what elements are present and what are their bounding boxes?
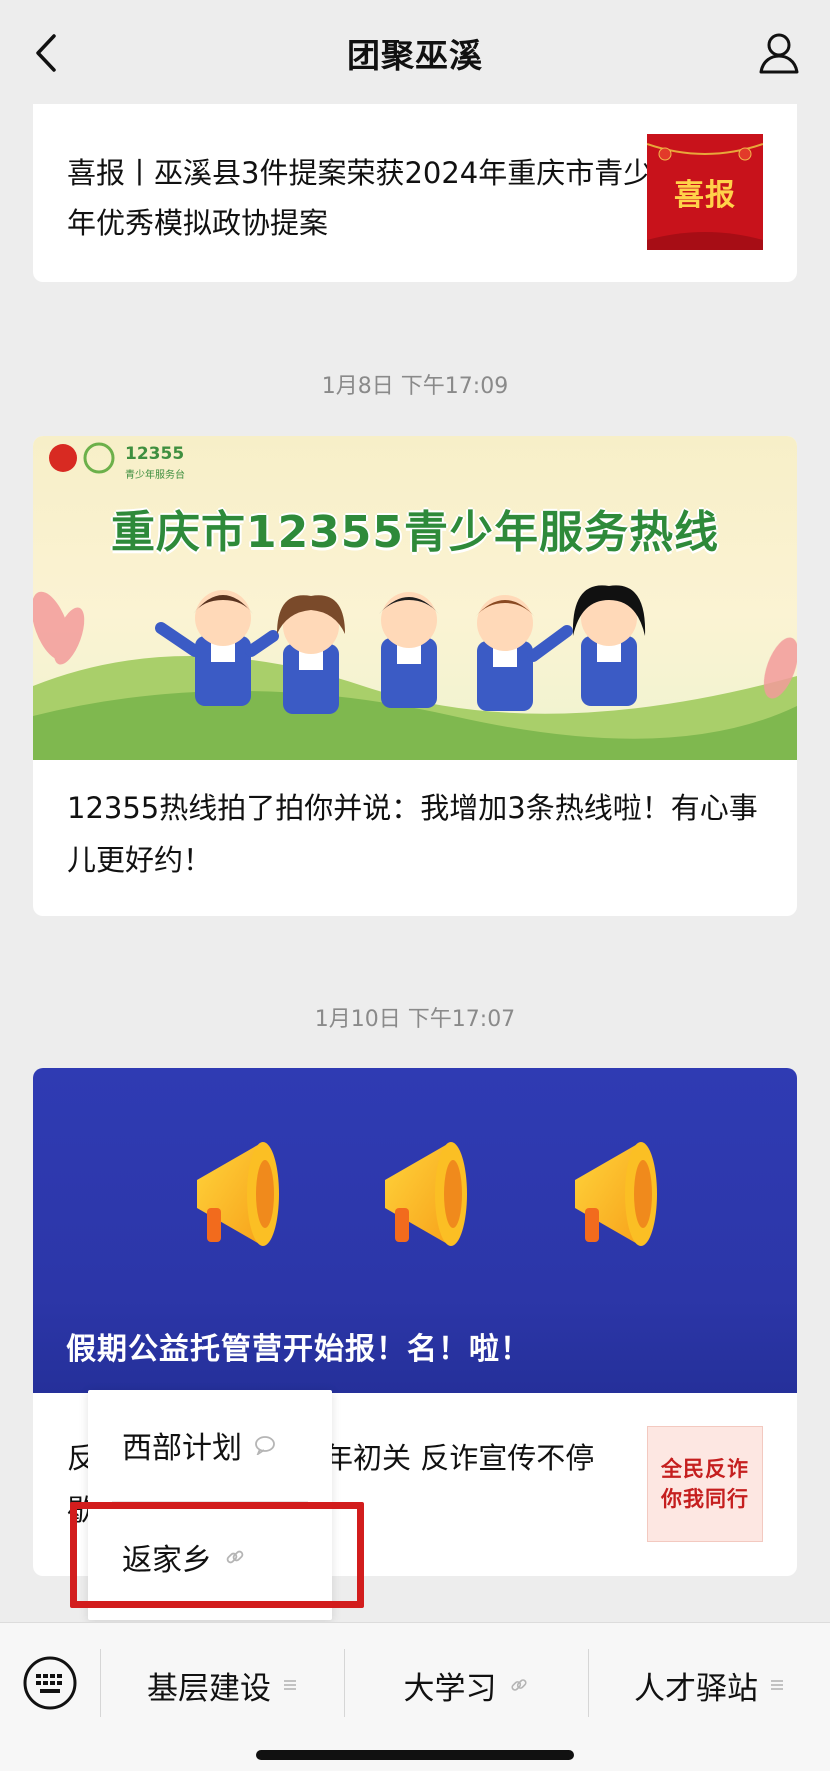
page-title: 团聚巫溪 [347, 36, 483, 75]
cartoon-kids [155, 585, 646, 714]
menu-tab-label: 大学习 [403, 1670, 497, 1707]
link-icon [510, 1679, 527, 1691]
home-indicator[interactable] [256, 1750, 574, 1760]
article-title: 12355热线拍了拍你并说：我增加3条热线啦！有心事儿更好约！ [67, 791, 758, 877]
article-thumbnail: 喜报 [647, 134, 763, 250]
article-banner: 假期公益托管营开始报！名！啦！ [33, 1068, 797, 1393]
message-timestamp: 1月10日 下午17:07 [314, 1007, 516, 1032]
banner-logo-text: 12355 [125, 444, 185, 464]
menu-tab-label: 人才驿站 [634, 1670, 758, 1707]
message-timestamp: 1月8日 下午17:09 [321, 374, 509, 399]
thumbnail-line1: 全民反诈 [661, 1457, 749, 1481]
profile-icon[interactable] [756, 30, 802, 76]
menu-tab-rencai[interactable]: 人才驿站 [588, 1653, 830, 1717]
article-card[interactable]: 喜报丨巫溪县3件提案荣获2024年重庆市青少年优秀模拟政协提案 喜报 [33, 104, 797, 282]
article-title-end: 年初关 反诈宣传不停 [324, 1441, 595, 1475]
banner-headline: 重庆市12355青少年服务热线 [110, 507, 720, 558]
banner-logo-subtext: 青少年服务台 [125, 470, 185, 481]
banner-illustration [33, 442, 797, 760]
article-banner: 12355 青少年服务台 重庆市12355青少年服务热线 [33, 436, 797, 760]
menu-tab-jiceng[interactable]: 基层建设 [100, 1653, 344, 1717]
menu-lines-icon [284, 1680, 296, 1690]
highlight-annotation [70, 1502, 364, 1608]
banner-caption: 假期公益托管营开始报！名！啦！ [66, 1332, 531, 1367]
keyboard-icon[interactable] [22, 1655, 78, 1711]
submenu-item-label: 西部计划 [122, 1431, 242, 1466]
menu-tab-label: 基层建设 [147, 1670, 271, 1707]
article-title: 喜报丨巫溪县3件提案荣获2024年重庆市青少年优秀模拟政协提案 [67, 156, 653, 240]
chat-bubble-icon [255, 1436, 275, 1455]
submenu-item-xibu[interactable]: 西部计划 [88, 1390, 332, 1500]
article-card[interactable]: 12355 青少年服务台 重庆市12355青少年服务热线 12355热线拍了拍你… [33, 436, 797, 916]
thumbnail-text: 喜报 [674, 178, 736, 213]
article-thumbnail: 全民反诈 你我同行 [647, 1426, 763, 1542]
menu-tab-daxuexi[interactable]: 大学习 [344, 1653, 588, 1717]
menu-lines-icon [771, 1680, 783, 1690]
back-arrow-icon[interactable] [28, 30, 68, 76]
bottom-menu-bar: 基层建设 大学习 人才驿站 [0, 1622, 830, 1771]
nav-header: 团聚巫溪 [0, 0, 830, 106]
thumbnail-line2: 你我同行 [661, 1487, 749, 1511]
